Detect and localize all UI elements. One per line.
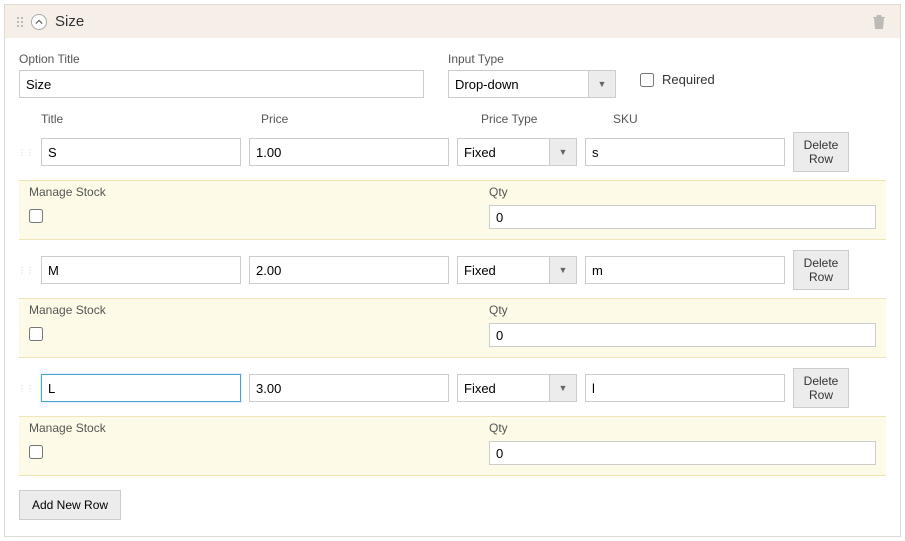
option-title-group: Option Title [19, 52, 424, 98]
drag-handle-icon[interactable] [17, 17, 23, 27]
stock-controls [19, 201, 886, 239]
manage-stock-checkbox[interactable] [29, 327, 43, 341]
row-title-input[interactable] [41, 256, 241, 284]
panel-header: Size [5, 5, 900, 38]
row-pricetype-select[interactable]: ▼ [457, 374, 577, 402]
panel-body: Option Title Input Type ▼ Required Title… [5, 38, 900, 536]
option-value-row: ⋮⋮ ▼ DeleteRow [19, 250, 886, 290]
row-sku-input[interactable] [585, 256, 785, 284]
row-drag-handle-icon[interactable]: ⋮⋮ [19, 148, 33, 157]
chevron-down-icon[interactable]: ▼ [549, 374, 577, 402]
qty-label: Qty [489, 421, 876, 435]
required-checkbox[interactable] [640, 73, 654, 87]
row-price-input[interactable] [249, 138, 449, 166]
option-title-label: Option Title [19, 52, 424, 66]
stock-labels: Manage StockQty [19, 181, 886, 201]
stock-controls [19, 319, 886, 357]
input-type-value[interactable] [448, 70, 588, 98]
panel-title: Size [55, 13, 84, 30]
rows-container: ⋮⋮▼DeleteRowManage StockQty⋮⋮▼DeleteRowM… [19, 132, 886, 476]
stock-controls [19, 437, 886, 475]
row-pricetype-value[interactable] [457, 374, 549, 402]
option-title-input[interactable] [19, 70, 424, 98]
delete-row-button[interactable]: DeleteRow [793, 132, 849, 172]
stock-band: Manage StockQty [19, 298, 886, 358]
option-value-block: ⋮⋮ ▼ DeleteRow Manage StockQty [19, 250, 886, 358]
row-drag-handle-icon[interactable]: ⋮⋮ [19, 384, 33, 393]
delete-row-button[interactable]: DeleteRow [793, 368, 849, 408]
manage-stock-checkbox[interactable] [29, 209, 43, 223]
manage-stock-label: Manage Stock [29, 185, 489, 199]
row-pricetype-value[interactable] [457, 256, 549, 284]
delete-row-button[interactable]: DeleteRow [793, 250, 849, 290]
row-pricetype-select[interactable]: ▼ [457, 138, 577, 166]
stock-band: Manage StockQty [19, 180, 886, 240]
option-value-row: ⋮⋮ ▼ DeleteRow [19, 368, 886, 408]
qty-label: Qty [489, 185, 876, 199]
row-sku-input[interactable] [585, 374, 785, 402]
trash-icon [872, 14, 886, 30]
add-new-row-button[interactable]: Add New Row [19, 490, 121, 520]
qty-input[interactable] [489, 323, 876, 347]
option-value-block: ⋮⋮ ▼ DeleteRow Manage StockQty [19, 368, 886, 476]
row-price-input[interactable] [249, 256, 449, 284]
input-type-select[interactable]: ▼ [448, 70, 616, 98]
delete-option-button[interactable] [872, 14, 888, 30]
qty-input[interactable] [489, 441, 876, 465]
input-type-group: Input Type ▼ [448, 52, 616, 98]
stock-labels: Manage StockQty [19, 417, 886, 437]
size-option-panel: Size Option Title Input Type ▼ Re [4, 4, 901, 537]
input-type-label: Input Type [448, 52, 616, 66]
manage-stock-label: Manage Stock [29, 421, 489, 435]
qty-input[interactable] [489, 205, 876, 229]
col-pricetype-label: Price Type [481, 112, 601, 126]
collapse-toggle[interactable] [31, 14, 47, 30]
option-value-row: ⋮⋮ ▼ DeleteRow [19, 132, 886, 172]
row-title-input[interactable] [41, 374, 241, 402]
stock-band: Manage StockQty [19, 416, 886, 476]
chevron-down-icon[interactable]: ▼ [588, 70, 616, 98]
row-drag-handle-icon[interactable]: ⋮⋮ [19, 266, 33, 275]
option-value-block: ⋮⋮ ▼ DeleteRow Manage StockQty [19, 132, 886, 240]
option-settings-row: Option Title Input Type ▼ Required [19, 52, 886, 98]
manage-stock-label: Manage Stock [29, 303, 489, 317]
row-sku-input[interactable] [585, 138, 785, 166]
required-label: Required [662, 72, 715, 87]
col-sku-label: SKU [613, 112, 813, 126]
required-group: Required [640, 72, 715, 87]
col-price-label: Price [261, 112, 469, 126]
row-pricetype-value[interactable] [457, 138, 549, 166]
qty-label: Qty [489, 303, 876, 317]
col-title-label: Title [41, 112, 249, 126]
chevron-up-icon [35, 18, 43, 26]
row-pricetype-select[interactable]: ▼ [457, 256, 577, 284]
manage-stock-checkbox[interactable] [29, 445, 43, 459]
row-title-input[interactable] [41, 138, 241, 166]
row-price-input[interactable] [249, 374, 449, 402]
stock-labels: Manage StockQty [19, 299, 886, 319]
columns-header: Title Price Price Type SKU [41, 112, 886, 126]
chevron-down-icon[interactable]: ▼ [549, 256, 577, 284]
chevron-down-icon[interactable]: ▼ [549, 138, 577, 166]
